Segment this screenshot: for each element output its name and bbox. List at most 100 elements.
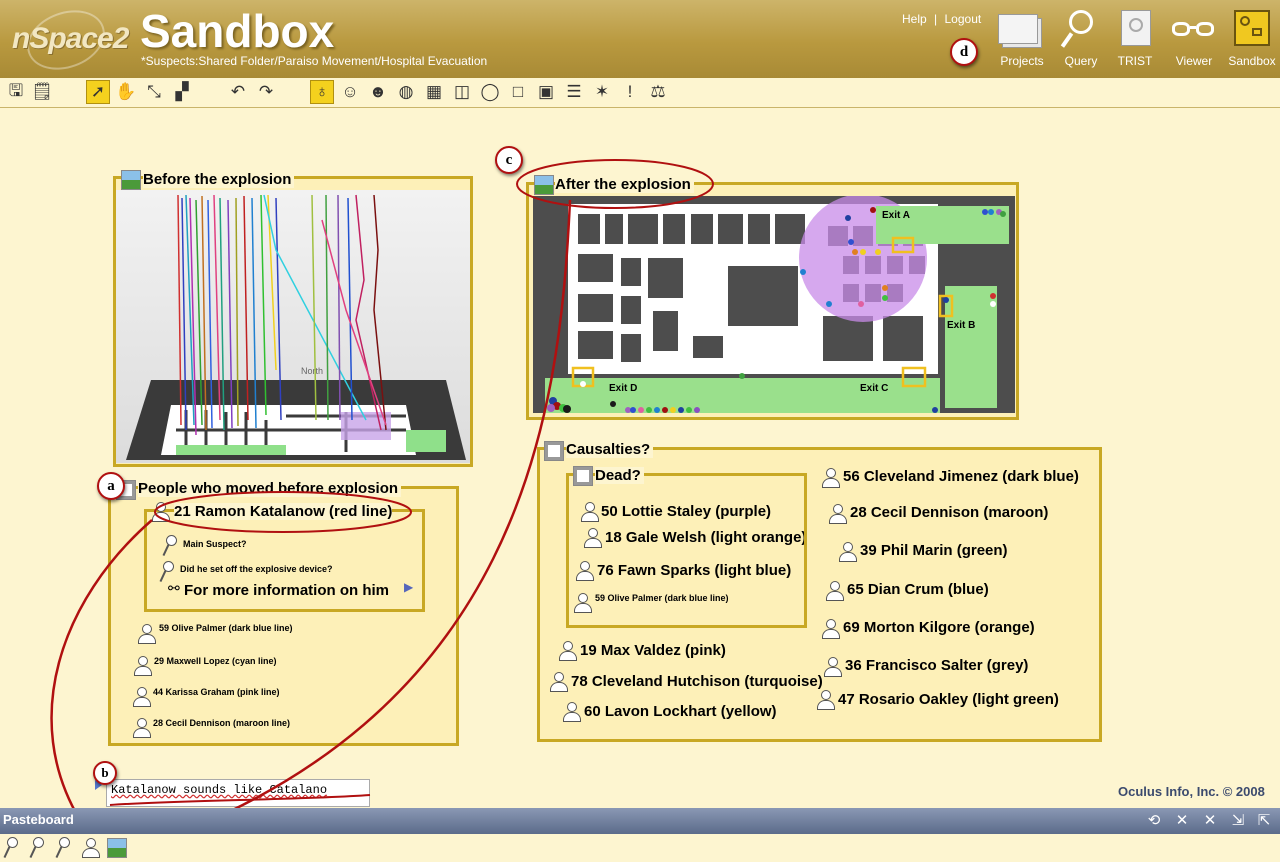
person-icon — [138, 624, 156, 644]
pasteboard[interactable] — [0, 834, 1280, 862]
person-icon[interactable] — [80, 837, 102, 859]
casualty-item[interactable]: 60 Lavon Lockhart (yellow) — [584, 703, 777, 720]
person-icon — [581, 502, 599, 522]
dead-item[interactable]: 76 Fawn Sparks (light blue) — [597, 562, 791, 579]
casualty-item[interactable]: 19 Max Valdez (pink) — [580, 642, 726, 659]
alert-icon[interactable]: ! — [618, 80, 642, 104]
suspect-name[interactable]: 21 Ramon Katalanow (red line) — [174, 503, 393, 520]
nav-sandbox-label: Sandbox — [1228, 54, 1276, 68]
people-moved-title: People who moved before explosion — [138, 480, 402, 497]
calendar-icon[interactable]: ▦ — [422, 80, 446, 104]
person-icon — [133, 718, 151, 738]
refresh-icon[interactable]: ⟲ — [1144, 811, 1164, 831]
query-icon — [1055, 8, 1107, 50]
person-icon — [134, 656, 152, 676]
pan-hand-icon[interactable]: ✋ — [114, 80, 138, 104]
image-icon[interactable]: ▣ — [534, 80, 558, 104]
person-icon — [559, 641, 577, 661]
casualty-item[interactable]: 65 Dian Crum (blue) — [847, 581, 989, 598]
nav-trist[interactable]: TRIST — [1105, 8, 1165, 70]
save-icon[interactable]: 🖫 — [4, 80, 28, 104]
dead-item[interactable]: 59 Olive Palmer (dark blue line) — [595, 593, 729, 603]
nav-sandbox[interactable]: Sandbox — [1222, 8, 1280, 70]
sticky-note[interactable]: Katalanow sounds like Catalano — [106, 779, 370, 807]
nav-projects[interactable]: Projects — [992, 8, 1052, 70]
nav-query[interactable]: Query — [1051, 8, 1111, 70]
dead-item[interactable]: 50 Lottie Staley (purple) — [601, 503, 771, 520]
copyright: Oculus Info, Inc. © 2008 — [1118, 784, 1265, 799]
dead-item[interactable]: 18 Gale Welsh (light orange) — [605, 529, 804, 546]
box-icon[interactable]: □ — [506, 80, 530, 104]
nav-viewer-label: Viewer — [1175, 54, 1213, 68]
nspace-logo: nSpace2 — [8, 0, 129, 80]
list-icon[interactable]: ☰ — [562, 80, 586, 104]
logo-text: nSpace2 — [12, 22, 129, 55]
casualty-item[interactable]: 28 Cecil Dennison (maroon) — [850, 504, 1048, 521]
notes-icon[interactable]: 🗒 — [30, 80, 54, 104]
globe-icon[interactable]: ◍ — [394, 80, 418, 104]
person-icon — [829, 504, 847, 524]
exit-a-label: Exit A — [882, 210, 910, 221]
undo-icon[interactable]: ↶ — [226, 80, 250, 104]
more-info-link[interactable]: For more information on him — [184, 582, 389, 599]
group-icon[interactable]: ☻ — [366, 80, 390, 104]
close-icon[interactable]: ✕ — [1200, 811, 1220, 831]
person-icon[interactable]: ☺ — [338, 80, 362, 104]
explode-icon[interactable]: ✶ — [590, 80, 614, 104]
evidence-pin-icon[interactable]: ♁ — [310, 80, 334, 104]
select-pointer-icon[interactable]: ➚ — [86, 80, 110, 104]
floorplan-visual: Exit A Exit B Exit C Exit D — [533, 196, 1015, 413]
before-explosion-title: Before the explosion — [143, 171, 295, 188]
person-icon — [584, 528, 602, 548]
suspect-note-device[interactable]: Did he set off the explosive device? — [180, 564, 333, 574]
evidence-pin-icon[interactable] — [54, 837, 76, 859]
link-tool-icon[interactable]: ⤡ — [142, 80, 166, 104]
person-icon — [822, 468, 840, 488]
person-item[interactable]: 59 Olive Palmer (dark blue line) — [159, 623, 293, 633]
image-icon[interactable] — [106, 837, 128, 859]
evidence-pin-icon[interactable] — [2, 837, 24, 859]
top-links: Help | Logout — [902, 12, 981, 26]
person-icon — [133, 687, 151, 707]
person-icon — [822, 619, 840, 639]
app-title: Sandbox — [140, 5, 335, 57]
person-item[interactable]: 44 Karissa Graham (pink line) — [153, 687, 280, 697]
layers-icon[interactable]: ▞ — [170, 80, 194, 104]
person-icon — [152, 502, 170, 522]
casualty-item[interactable]: 39 Phil Marin (green) — [860, 542, 1008, 559]
suspect-note-main[interactable]: Main Suspect? — [183, 539, 247, 549]
person-item[interactable]: 28 Cecil Dennison (maroon line) — [153, 718, 290, 728]
clear-all-icon[interactable]: ✕ — [1172, 811, 1192, 831]
nav-query-label: Query — [1064, 54, 1098, 68]
nav-viewer[interactable]: Viewer — [1164, 8, 1224, 70]
annotation-b: b — [93, 761, 117, 785]
casualty-item[interactable]: 56 Cleveland Jimenez (dark blue) — [843, 468, 1079, 485]
casualty-item[interactable]: 78 Cleveland Hutchison (turquoise) — [571, 673, 823, 690]
before-explosion-image[interactable]: North — [116, 190, 470, 463]
exit-b-label: Exit B — [947, 320, 975, 331]
toolbar: 🖫 🗒 ➚ ✋ ⤡ ▞ ↶ ↷ ♁ ☺ ☻ ◍ ▦ ◫ ◯ □ ▣ ☰ ✶ ! … — [0, 78, 1280, 108]
north-label: North — [301, 366, 323, 376]
comment-icon[interactable]: ◯ — [478, 80, 502, 104]
logout-link[interactable]: Logout — [945, 12, 982, 26]
redo-icon[interactable]: ↷ — [254, 80, 278, 104]
help-link[interactable]: Help — [902, 12, 927, 26]
cube-icon[interactable]: ◫ — [450, 80, 474, 104]
evidence-pin-icon[interactable] — [28, 837, 50, 859]
dead-list: 50 Lottie Staley (purple) 18 Gale Welsh … — [567, 476, 804, 626]
before-trajectory-visual: North — [126, 194, 466, 460]
casualty-item[interactable]: 47 Rosario Oakley (light green) — [838, 691, 1059, 708]
nav-projects-label: Projects — [1000, 54, 1044, 68]
exit-c-label: Exit C — [860, 383, 888, 394]
casualty-item[interactable]: 69 Morton Kilgore (orange) — [843, 619, 1035, 636]
expand-arrow-icon[interactable]: ▶ — [404, 580, 413, 594]
after-explosion-floorplan[interactable]: Exit A Exit B Exit C Exit D — [533, 196, 1015, 413]
image-icon — [534, 175, 554, 195]
export-icon[interactable]: ⇲ — [1228, 811, 1248, 831]
breadcrumb: *Suspects:Shared Folder/Paraiso Movement… — [141, 54, 488, 68]
scales-icon[interactable]: ⚖ — [646, 80, 670, 104]
casualty-item[interactable]: 36 Francisco Salter (grey) — [845, 657, 1028, 674]
import-icon[interactable]: ⇱ — [1254, 811, 1274, 831]
person-item[interactable]: 29 Maxwell Lopez (cyan line) — [154, 656, 277, 666]
pasteboard-bar: Pasteboard ⟲ ✕ ✕ ⇲ ⇱ — [0, 808, 1280, 834]
